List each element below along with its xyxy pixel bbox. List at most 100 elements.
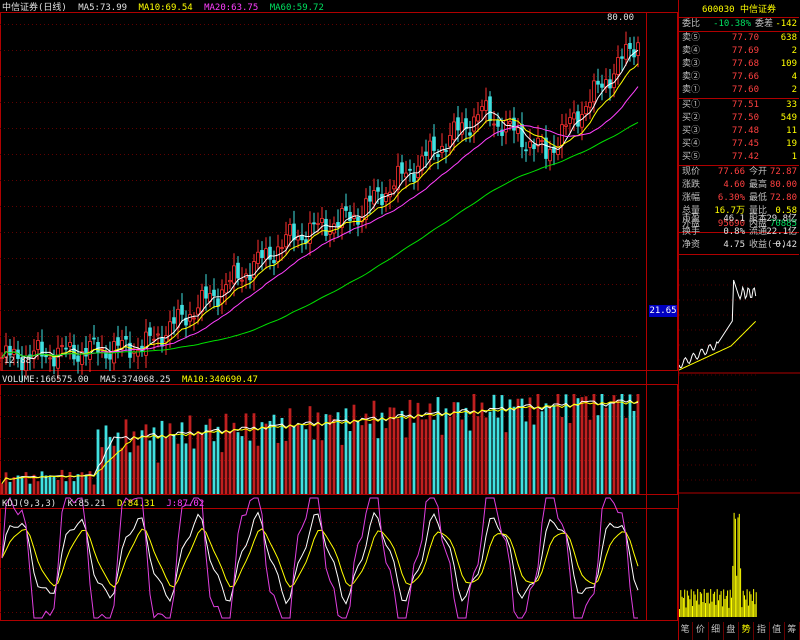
candle (436, 154, 440, 158)
candle (48, 357, 52, 360)
intraday-chart[interactable] (679, 255, 800, 621)
intraday-volume-bar (731, 597, 732, 617)
volume-bar (608, 403, 612, 494)
tab-4[interactable]: 势 (739, 622, 755, 640)
volume-bar (332, 418, 336, 494)
intraday-volume-bar (732, 565, 734, 617)
volume-bar (296, 423, 300, 494)
row-price: 77.45 (731, 139, 759, 149)
volume-bar (104, 425, 108, 494)
volume-bar (184, 443, 188, 494)
volume-bar (356, 422, 360, 494)
tab-1[interactable]: 价 (693, 622, 709, 640)
date-bar (0, 622, 678, 640)
tab-2[interactable]: 细 (709, 622, 724, 640)
volume-bar (216, 426, 220, 494)
candle (588, 101, 592, 108)
intraday-volume-bar (734, 518, 736, 617)
candle (240, 279, 244, 282)
tab-3[interactable]: 盘 (724, 622, 739, 640)
intraday-volume-bar (698, 604, 700, 617)
stat-l1: 现价 (682, 167, 701, 177)
candle (272, 260, 276, 264)
volume-bar (48, 476, 52, 494)
candle (540, 140, 544, 142)
volume-bar (464, 407, 468, 494)
ma5-line (1, 49, 639, 360)
volume-bar (128, 452, 132, 494)
row-volume: 4 (791, 72, 797, 82)
volume-bar (348, 431, 352, 494)
intraday-volume-bar (703, 589, 705, 617)
volume-bar (248, 440, 252, 494)
volume-bar (300, 424, 304, 494)
volume-bar (208, 418, 212, 494)
candle (468, 132, 472, 136)
tab-5[interactable]: 指 (754, 622, 770, 640)
candle (56, 347, 60, 369)
ma20-value: MA20:63.75 (204, 3, 259, 13)
order-ratio-row: 委比 -10.38% 委差 -142 (682, 19, 797, 29)
candle (236, 262, 240, 279)
bid-row: 买④ 77.45 19 (679, 138, 799, 151)
quote-row: 涨跌 4.60 最高 80.00 (679, 179, 799, 192)
stat-l2: 今开 (749, 167, 768, 177)
candle (492, 123, 496, 126)
volume-bar (400, 410, 404, 494)
intraday-volume-bar (692, 606, 693, 617)
candle (200, 290, 204, 312)
volume-bar (580, 397, 584, 494)
candle (568, 117, 572, 124)
volume-bar (112, 445, 116, 494)
candle (228, 279, 232, 283)
candle (392, 185, 396, 190)
quote-row: 涨幅 6.30% 最低 72.80 (679, 192, 799, 205)
candle (476, 114, 480, 122)
intraday-volume-bar (705, 603, 706, 617)
intraday-volume-bar (694, 594, 696, 617)
intraday-volume-bar (702, 602, 704, 617)
intraday-volume-bar (699, 592, 701, 617)
intraday-volume-bar (729, 589, 731, 617)
stat-v2: 80.00 (769, 180, 797, 190)
volume-bar (352, 404, 356, 494)
candle (456, 117, 460, 131)
intraday-volume-bar (712, 593, 714, 617)
volume-bar (412, 422, 416, 494)
stat-l1: 净资 (682, 240, 701, 250)
volume-bar (360, 425, 364, 494)
candle (448, 135, 452, 147)
candle (412, 173, 416, 182)
row-price: 77.48 (731, 126, 759, 136)
candle (584, 106, 588, 115)
candle (520, 124, 524, 148)
volume-bar (280, 417, 284, 494)
candle (192, 317, 196, 320)
volume-bar (156, 462, 160, 494)
volume-bar (368, 423, 372, 494)
row-volume: 2 (791, 46, 797, 56)
volume-bar (520, 398, 524, 494)
volume-bar (324, 414, 328, 494)
volume-bar (528, 397, 532, 494)
price-header: 中信证券(日线) MA5:73.99 MA10:69.54 MA20:63.75… (2, 2, 330, 14)
candle (136, 350, 140, 357)
candle (344, 206, 348, 211)
row-volume: 2 (791, 85, 797, 95)
candle (372, 190, 376, 205)
tab-0[interactable]: 笔 (678, 622, 694, 640)
candle (60, 345, 64, 347)
volume-bar (432, 419, 436, 494)
tab-6[interactable]: 值 (770, 622, 785, 640)
row-label: 买⑤ (682, 152, 701, 162)
candle (548, 148, 552, 162)
tab-7[interactable]: 筹 (785, 622, 800, 640)
stock-name: 中信证券 (739, 5, 776, 15)
volume-bar (544, 403, 548, 494)
intraday-volume-bar (742, 590, 744, 617)
volume-bar (120, 447, 124, 494)
candle (368, 195, 372, 202)
stat-l1: 涨幅 (682, 193, 701, 203)
ask-row: 卖③ 77.68 109 (679, 58, 799, 71)
volume-bar (568, 422, 572, 494)
